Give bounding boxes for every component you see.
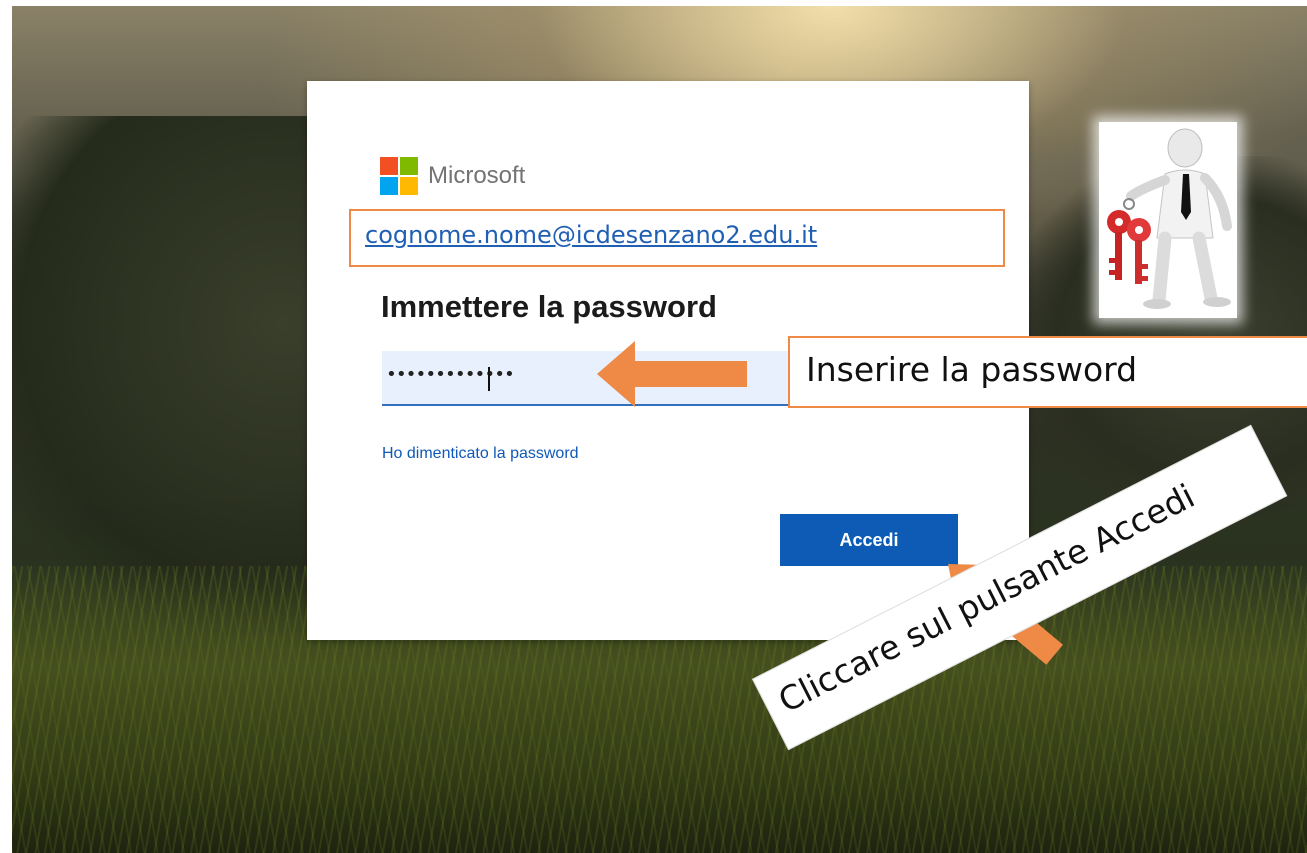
- businessman-with-keys-icon: [1107, 128, 1232, 309]
- password-callout: Inserire la password: [788, 336, 1307, 408]
- forgot-password-link[interactable]: Ho dimenticato la password: [382, 445, 579, 463]
- logo-square-red: [380, 157, 398, 175]
- password-arrow-icon: [597, 341, 747, 407]
- microsoft-logo: Microsoft: [380, 157, 525, 195]
- password-masked-value: •••••••••••••: [386, 364, 515, 385]
- logo-square-yellow: [400, 177, 418, 195]
- text-caret: [488, 367, 490, 391]
- brand-name: Microsoft: [428, 162, 526, 189]
- page-title: Immettere la password: [381, 289, 717, 324]
- logo-square-blue: [380, 177, 398, 195]
- microsoft-logo-icon: [380, 157, 418, 195]
- account-highlight-box: cognome.nome@icdesenzano2.edu.it: [349, 209, 1005, 267]
- accedi-button[interactable]: Accedi: [780, 514, 958, 566]
- password-callout-text: Inserire la password: [806, 350, 1138, 389]
- logo-square-green: [400, 157, 418, 175]
- account-email-link[interactable]: cognome.nome@icdesenzano2.edu.it: [365, 221, 817, 249]
- background-photo: Microsoft cognome.nome@icdesenzano2.edu.…: [12, 6, 1307, 853]
- key-man-clipart: [1099, 122, 1237, 318]
